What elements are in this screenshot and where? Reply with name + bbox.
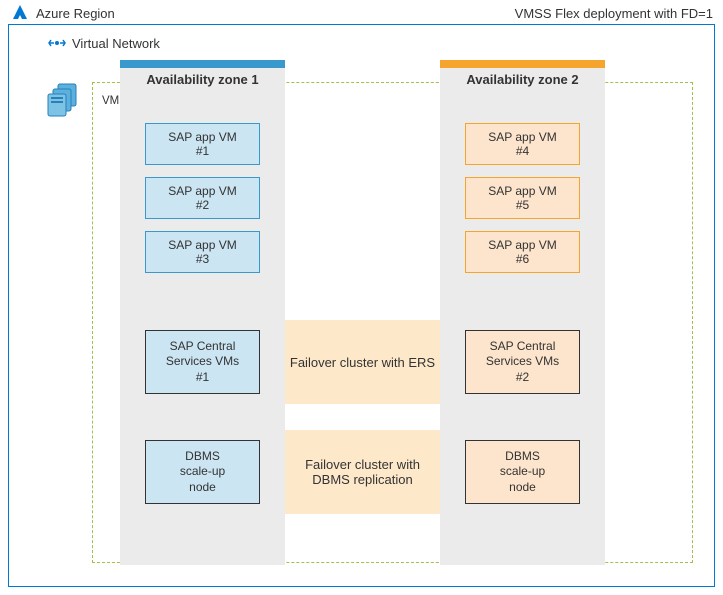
sap-app-vm-4: SAP app VM #4 — [465, 123, 580, 165]
sap-app-vm-5: SAP app VM #5 — [465, 177, 580, 219]
az1-title: Availability zone 1 — [120, 72, 285, 93]
failover-ers-label: Failover cluster with ERS — [290, 355, 435, 370]
az2-title: Availability zone 2 — [440, 72, 605, 93]
header-bar: Azure Region VMSS Flex deployment with F… — [10, 3, 713, 23]
vnet-text: Virtual Network — [72, 36, 160, 51]
az1-headerbar — [120, 60, 285, 68]
sap-app-vm-2: SAP app VM #2 — [145, 177, 260, 219]
deployment-text: VMSS Flex deployment with FD=1 — [515, 6, 713, 21]
azure-region-label: Azure Region — [10, 3, 115, 23]
dbms-node-1: DBMS scale-up node — [145, 440, 260, 504]
failover-dbms-label: Failover cluster with DBMS replication — [305, 457, 420, 487]
dbms-node-2: DBMS scale-up node — [465, 440, 580, 504]
virtual-network-label: Virtual Network — [48, 34, 160, 52]
az2-headerbar — [440, 60, 605, 68]
servers-icon — [44, 80, 84, 123]
sap-app-vm-3: SAP app VM #3 — [145, 231, 260, 273]
sap-app-vm-1: SAP app VM #1 — [145, 123, 260, 165]
sap-app-vm-6: SAP app VM #6 — [465, 231, 580, 273]
region-text: Azure Region — [36, 6, 115, 21]
sap-central-services-2: SAP Central Services VMs #2 — [465, 330, 580, 394]
vnet-icon — [48, 34, 66, 52]
azure-logo-icon — [10, 3, 30, 23]
sap-central-services-1: SAP Central Services VMs #1 — [145, 330, 260, 394]
